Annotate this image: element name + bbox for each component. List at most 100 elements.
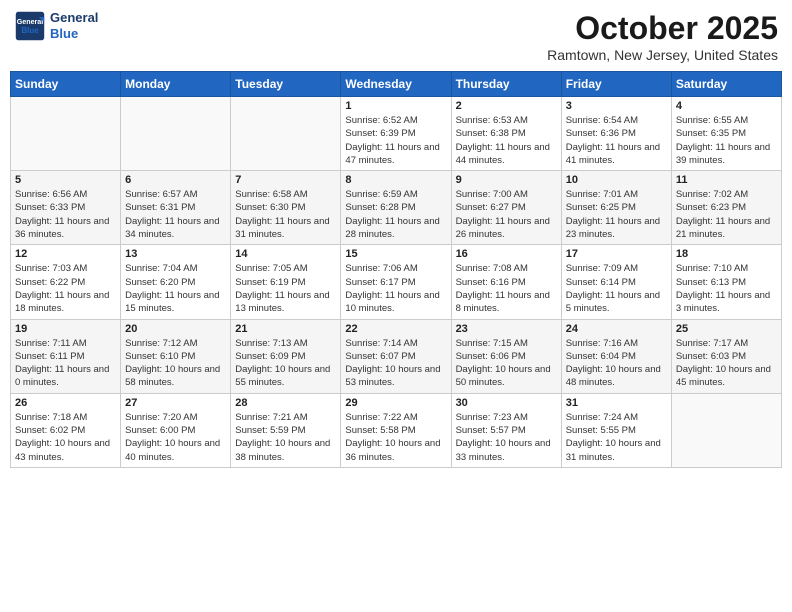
- calendar-cell: 19 Sunrise: 7:11 AM Sunset: 6:11 PM Dayli…: [11, 319, 121, 393]
- location-subtitle: Ramtown, New Jersey, United States: [547, 47, 778, 63]
- calendar-cell: 22 Sunrise: 7:14 AM Sunset: 6:07 PM Dayli…: [341, 319, 451, 393]
- calendar-week-row: 1 Sunrise: 6:52 AM Sunset: 6:39 PM Daylig…: [11, 97, 782, 171]
- calendar-cell: [11, 97, 121, 171]
- calendar-cell: 7Sunrise: 6:58 AM Sunset: 6:30 PM Daylig…: [231, 171, 341, 245]
- calendar-cell: [671, 393, 781, 467]
- calendar-week-row: 26 Sunrise: 7:18 AM Sunset: 6:02 PM Dayli…: [11, 393, 782, 467]
- day-info: Sunrise: 7:20 AM Sunset: 6:00 PM Dayligh…: [125, 411, 226, 464]
- calendar-cell: 10Sunrise: 7:01 AM Sunset: 6:25 PM Dayli…: [561, 171, 671, 245]
- day-number: 15: [345, 248, 446, 260]
- day-info: Sunrise: 7:05 AM Sunset: 6:19 PM Dayligh…: [235, 262, 336, 315]
- day-info: Sunrise: 6:59 AM Sunset: 6:28 PM Dayligh…: [345, 188, 446, 241]
- svg-text:Blue: Blue: [21, 26, 39, 35]
- day-number: 2: [456, 100, 557, 112]
- day-info: Sunrise: 7:03 AM Sunset: 6:22 PM Dayligh…: [15, 262, 116, 315]
- month-title: October 2025: [547, 10, 778, 47]
- day-number: 23: [456, 323, 557, 335]
- calendar-cell: 24 Sunrise: 7:16 AM Sunset: 6:04 PM Dayli…: [561, 319, 671, 393]
- calendar-cell: 29 Sunrise: 7:22 AM Sunset: 5:58 PM Dayli…: [341, 393, 451, 467]
- calendar-week-row: 12 Sunrise: 7:03 AM Sunset: 6:22 PM Dayli…: [11, 245, 782, 319]
- day-info: Sunrise: 7:10 AM Sunset: 6:13 PM Dayligh…: [676, 262, 777, 315]
- calendar-cell: 6 Sunrise: 6:57 AM Sunset: 6:31 PM Daylig…: [121, 171, 231, 245]
- calendar-cell: 1 Sunrise: 6:52 AM Sunset: 6:39 PM Daylig…: [341, 97, 451, 171]
- logo-text: General Blue: [50, 10, 98, 41]
- day-info: Sunrise: 7:17 AM Sunset: 6:03 PM Dayligh…: [676, 337, 777, 390]
- day-info: Sunrise: 7:04 AM Sunset: 6:20 PM Dayligh…: [125, 262, 226, 315]
- day-number: 27: [125, 397, 226, 409]
- day-header-monday: Monday: [121, 72, 231, 97]
- day-number: 14: [235, 248, 336, 260]
- calendar-cell: 21Sunrise: 7:13 AM Sunset: 6:09 PM Dayli…: [231, 319, 341, 393]
- day-info: Sunrise: 7:14 AM Sunset: 6:07 PM Dayligh…: [345, 337, 446, 390]
- day-info: Sunrise: 7:00 AM Sunset: 6:27 PM Dayligh…: [456, 188, 557, 241]
- day-number: 7: [235, 174, 336, 186]
- day-number: 17: [566, 248, 667, 260]
- calendar-cell: 3Sunrise: 6:54 AM Sunset: 6:36 PM Daylig…: [561, 97, 671, 171]
- calendar-cell: 25 Sunrise: 7:17 AM Sunset: 6:03 PM Dayli…: [671, 319, 781, 393]
- day-number: 6: [125, 174, 226, 186]
- calendar-cell: [121, 97, 231, 171]
- calendar-cell: 31Sunrise: 7:24 AM Sunset: 5:55 PM Dayli…: [561, 393, 671, 467]
- day-number: 8: [345, 174, 446, 186]
- day-number: 22: [345, 323, 446, 335]
- svg-text:General: General: [17, 18, 44, 26]
- day-number: 20: [125, 323, 226, 335]
- day-info: Sunrise: 7:11 AM Sunset: 6:11 PM Dayligh…: [15, 337, 116, 390]
- day-number: 5: [15, 174, 116, 186]
- day-number: 25: [676, 323, 777, 335]
- day-header-tuesday: Tuesday: [231, 72, 341, 97]
- day-number: 13: [125, 248, 226, 260]
- day-info: Sunrise: 6:56 AM Sunset: 6:33 PM Dayligh…: [15, 188, 116, 241]
- day-number: 18: [676, 248, 777, 260]
- day-number: 11: [676, 174, 777, 186]
- calendar-header-row: SundayMondayTuesdayWednesdayThursdayFrid…: [11, 72, 782, 97]
- calendar-cell: 15 Sunrise: 7:06 AM Sunset: 6:17 PM Dayli…: [341, 245, 451, 319]
- calendar-cell: 17 Sunrise: 7:09 AM Sunset: 6:14 PM Dayli…: [561, 245, 671, 319]
- day-header-saturday: Saturday: [671, 72, 781, 97]
- day-info: Sunrise: 7:09 AM Sunset: 6:14 PM Dayligh…: [566, 262, 667, 315]
- day-header-thursday: Thursday: [451, 72, 561, 97]
- calendar-week-row: 19 Sunrise: 7:11 AM Sunset: 6:11 PM Dayli…: [11, 319, 782, 393]
- day-number: 24: [566, 323, 667, 335]
- day-info: Sunrise: 7:12 AM Sunset: 6:10 PM Dayligh…: [125, 337, 226, 390]
- day-number: 1: [345, 100, 446, 112]
- calendar-cell: 28Sunrise: 7:21 AM Sunset: 5:59 PM Dayli…: [231, 393, 341, 467]
- day-info: Sunrise: 6:55 AM Sunset: 6:35 PM Dayligh…: [676, 114, 777, 167]
- calendar-cell: 23 Sunrise: 7:15 AM Sunset: 6:06 PM Dayli…: [451, 319, 561, 393]
- day-number: 29: [345, 397, 446, 409]
- logo-icon: General Blue: [14, 10, 46, 42]
- day-info: Sunrise: 6:54 AM Sunset: 6:36 PM Dayligh…: [566, 114, 667, 167]
- calendar-cell: 5 Sunrise: 6:56 AM Sunset: 6:33 PM Daylig…: [11, 171, 121, 245]
- day-number: 4: [676, 100, 777, 112]
- day-info: Sunrise: 6:57 AM Sunset: 6:31 PM Dayligh…: [125, 188, 226, 241]
- calendar-cell: 14 Sunrise: 7:05 AM Sunset: 6:19 PM Dayli…: [231, 245, 341, 319]
- day-number: 12: [15, 248, 116, 260]
- day-info: Sunrise: 7:18 AM Sunset: 6:02 PM Dayligh…: [15, 411, 116, 464]
- day-number: 28: [235, 397, 336, 409]
- day-info: Sunrise: 7:06 AM Sunset: 6:17 PM Dayligh…: [345, 262, 446, 315]
- calendar-cell: 9Sunrise: 7:00 AM Sunset: 6:27 PM Daylig…: [451, 171, 561, 245]
- calendar-cell: 20 Sunrise: 7:12 AM Sunset: 6:10 PM Dayli…: [121, 319, 231, 393]
- calendar-cell: 12 Sunrise: 7:03 AM Sunset: 6:22 PM Dayli…: [11, 245, 121, 319]
- calendar-cell: 27 Sunrise: 7:20 AM Sunset: 6:00 PM Dayli…: [121, 393, 231, 467]
- day-info: Sunrise: 7:22 AM Sunset: 5:58 PM Dayligh…: [345, 411, 446, 464]
- day-info: Sunrise: 6:53 AM Sunset: 6:38 PM Dayligh…: [456, 114, 557, 167]
- day-info: Sunrise: 7:01 AM Sunset: 6:25 PM Dayligh…: [566, 188, 667, 241]
- calendar-cell: 13 Sunrise: 7:04 AM Sunset: 6:20 PM Dayli…: [121, 245, 231, 319]
- day-number: 19: [15, 323, 116, 335]
- day-info: Sunrise: 6:52 AM Sunset: 6:39 PM Dayligh…: [345, 114, 446, 167]
- calendar-cell: 11 Sunrise: 7:02 AM Sunset: 6:23 PM Dayli…: [671, 171, 781, 245]
- day-info: Sunrise: 7:16 AM Sunset: 6:04 PM Dayligh…: [566, 337, 667, 390]
- calendar-cell: 4 Sunrise: 6:55 AM Sunset: 6:35 PM Daylig…: [671, 97, 781, 171]
- day-header-sunday: Sunday: [11, 72, 121, 97]
- logo: General Blue General Blue: [14, 10, 98, 42]
- day-info: Sunrise: 7:02 AM Sunset: 6:23 PM Dayligh…: [676, 188, 777, 241]
- day-info: Sunrise: 7:23 AM Sunset: 5:57 PM Dayligh…: [456, 411, 557, 464]
- day-number: 26: [15, 397, 116, 409]
- day-info: Sunrise: 7:15 AM Sunset: 6:06 PM Dayligh…: [456, 337, 557, 390]
- calendar-cell: [231, 97, 341, 171]
- calendar-cell: 26 Sunrise: 7:18 AM Sunset: 6:02 PM Dayli…: [11, 393, 121, 467]
- calendar-cell: 30Sunrise: 7:23 AM Sunset: 5:57 PM Dayli…: [451, 393, 561, 467]
- day-number: 21: [235, 323, 336, 335]
- calendar-cell: 8 Sunrise: 6:59 AM Sunset: 6:28 PM Daylig…: [341, 171, 451, 245]
